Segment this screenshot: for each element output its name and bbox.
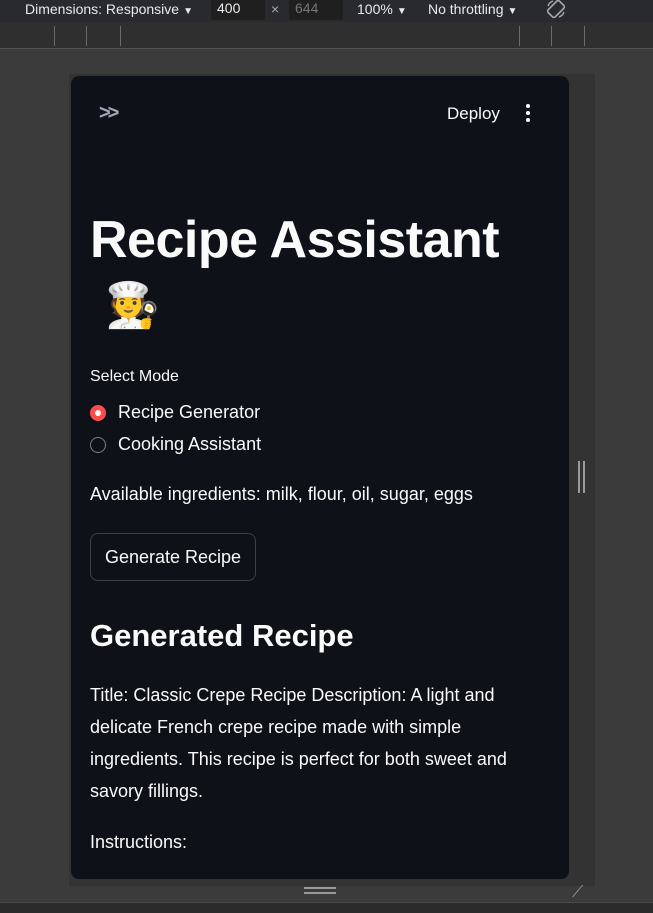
chevron-down-icon: ▼: [507, 6, 518, 17]
instructions-label: Instructions:: [90, 832, 188, 852]
throttling-label: No throttling: [428, 1, 504, 17]
radio-recipe-generator[interactable]: Recipe Generator: [90, 402, 260, 423]
throttling-dropdown[interactable]: No throttling ▼: [428, 0, 517, 22]
resize-handle-right[interactable]: [578, 461, 585, 493]
available-ingredients-text: Available ingredients: milk, flour, oil,…: [90, 484, 473, 504]
rotate-icon[interactable]: [545, 0, 567, 20]
resize-corner-icon[interactable]: ⟋: [572, 884, 583, 902]
more-menu-icon[interactable]: [526, 104, 532, 125]
device-toolbar: Dimensions: Responsive ▼ 400 × 644 100% ▼ …: [0, 0, 653, 22]
chef-emoji-icon: 🧑‍🍳: [105, 281, 160, 330]
zoom-dropdown[interactable]: 100% ▼: [357, 0, 407, 22]
deploy-button[interactable]: Deploy: [447, 104, 500, 124]
expand-sidebar-icon[interactable]: >>: [99, 102, 119, 125]
media-query-ruler: [0, 22, 653, 49]
radio-cooking-assistant[interactable]: Cooking Assistant: [90, 434, 261, 455]
chevron-down-icon: ▼: [183, 6, 193, 17]
radio-label: Cooking Assistant: [118, 434, 262, 454]
chevron-down-icon: ▼: [396, 6, 407, 17]
times-separator: ×: [271, 1, 280, 17]
radio-selected-icon[interactable]: [90, 404, 106, 421]
radio-unselected-icon[interactable]: [90, 436, 106, 453]
page-title: Recipe Assistant: [90, 211, 500, 269]
app-container: >> Deploy Recipe Assistant 🧑‍🍳 Select Mo…: [71, 76, 569, 879]
height-input[interactable]: 644: [289, 0, 343, 20]
width-input[interactable]: 400: [211, 0, 265, 20]
radio-label: Recipe Generator: [118, 402, 261, 422]
devtools-bottom-bar: [0, 902, 653, 913]
dimensions-label: Dimensions: Responsive: [25, 1, 180, 17]
resize-handle-bottom[interactable]: [304, 887, 336, 895]
zoom-label: 100%: [357, 1, 393, 17]
generated-recipe-heading: Generated Recipe: [90, 618, 354, 653]
mode-label: Select Mode: [90, 368, 179, 385]
recipe-description: Title: Classic Crepe Recipe Description:…: [90, 685, 507, 801]
dimensions-dropdown[interactable]: Dimensions: Responsive ▼: [25, 0, 193, 22]
generate-recipe-button[interactable]: Generate Recipe: [90, 533, 256, 581]
